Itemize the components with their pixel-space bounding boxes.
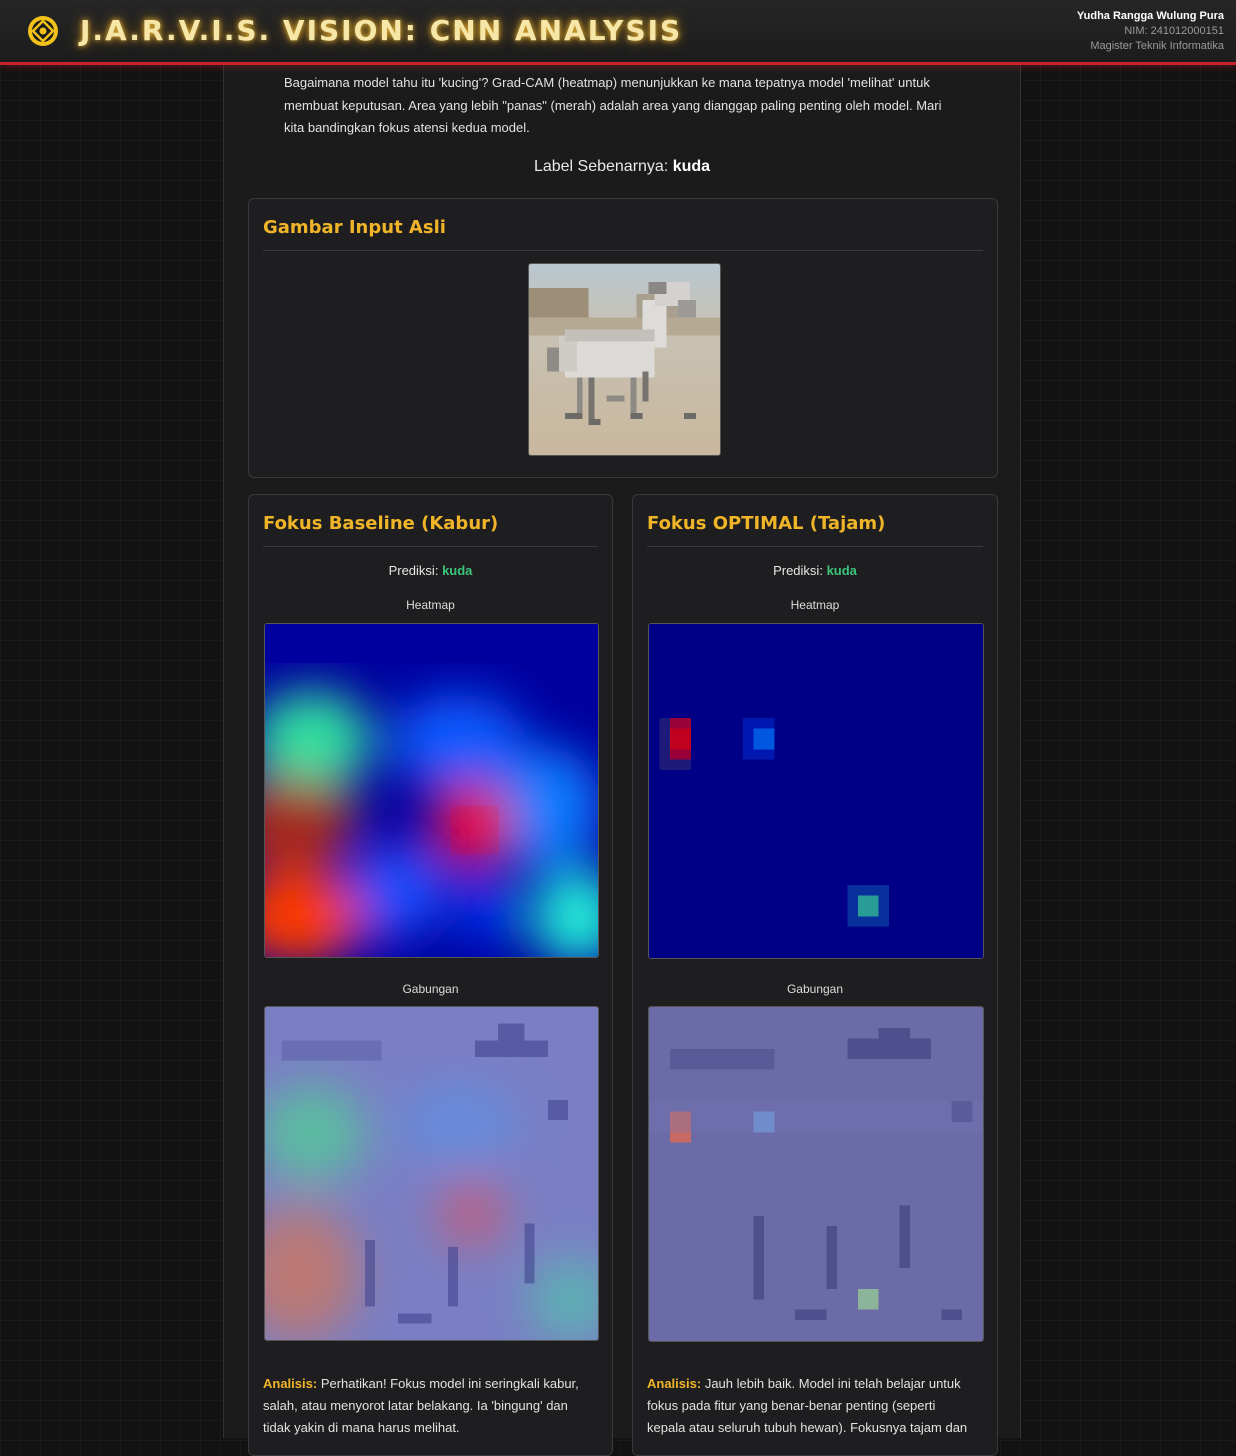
optimal-analysis: Analisis: Jauh lebih baik. Model ini tel…: [647, 1373, 977, 1439]
true-label-prefix: Label Sebenarnya:: [533, 158, 669, 175]
user-nim: NIM: 241012000151: [1124, 25, 1224, 37]
true-label: Label Sebenarnya: kuda: [224, 158, 1020, 176]
optimal-overlay: [648, 1006, 984, 1342]
top-bar: J.A.R.V.I.S. VISION: CNN ANALYSIS Yudha …: [0, 0, 1236, 65]
prediction-value: kuda: [826, 563, 857, 578]
divider: [647, 546, 983, 547]
baseline-title: Fokus Baseline (Kabur): [263, 513, 499, 534]
prediction-prefix: Prediksi:: [773, 563, 823, 578]
prediction-value: kuda: [442, 563, 473, 578]
analysis-label: Analisis:: [647, 1376, 702, 1391]
user-name: Yudha Rangga Wulung Pura: [1076, 10, 1224, 22]
optimal-card: Fokus OPTIMAL (Tajam) Prediksi: kuda Hea…: [632, 494, 998, 1456]
baseline-card: Fokus Baseline (Kabur) Prediksi: kuda He…: [248, 494, 613, 1456]
input-image: [528, 263, 721, 456]
user-program: Magister Teknik Informatika: [1090, 40, 1224, 52]
baseline-heatmap-label: Heatmap: [406, 598, 455, 612]
optimal-overlay-label: Gabungan: [786, 982, 844, 996]
app-title: J.A.R.V.I.S. VISION: CNN ANALYSIS: [80, 14, 683, 47]
baseline-overlay-label: Gabungan: [402, 982, 459, 996]
main-panel: Bagaimana model tahu itu 'kucing'? Grad-…: [223, 62, 1021, 1456]
prediction-prefix: Prediksi:: [388, 563, 439, 578]
input-card-title: Gambar Input Asli: [263, 217, 446, 238]
input-image-card: Gambar Input Asli: [248, 198, 998, 478]
divider: [263, 546, 598, 547]
baseline-heatmap: [264, 623, 599, 958]
baseline-analysis: Analisis: Perhatikan! Fokus model ini se…: [263, 1373, 593, 1439]
divider: [263, 250, 983, 251]
optimal-prediction: Prediksi: kuda: [633, 563, 997, 578]
baseline-prediction: Prediksi: kuda: [249, 563, 612, 578]
optimal-heatmap-label: Heatmap: [790, 598, 840, 612]
baseline-overlay: [264, 1006, 599, 1341]
optimal-title: Fokus OPTIMAL (Tajam): [647, 513, 886, 534]
analysis-label: Analisis:: [263, 1376, 318, 1391]
optimal-heatmap: [648, 623, 984, 959]
intro-text: Bagaimana model tahu itu 'kucing'? Grad-…: [284, 75, 942, 135]
user-info: Yudha Rangga Wulung Pura NIM: 2410120001…: [1077, 9, 1224, 54]
logo-icon: [28, 16, 58, 46]
true-label-value: kuda: [672, 158, 711, 175]
